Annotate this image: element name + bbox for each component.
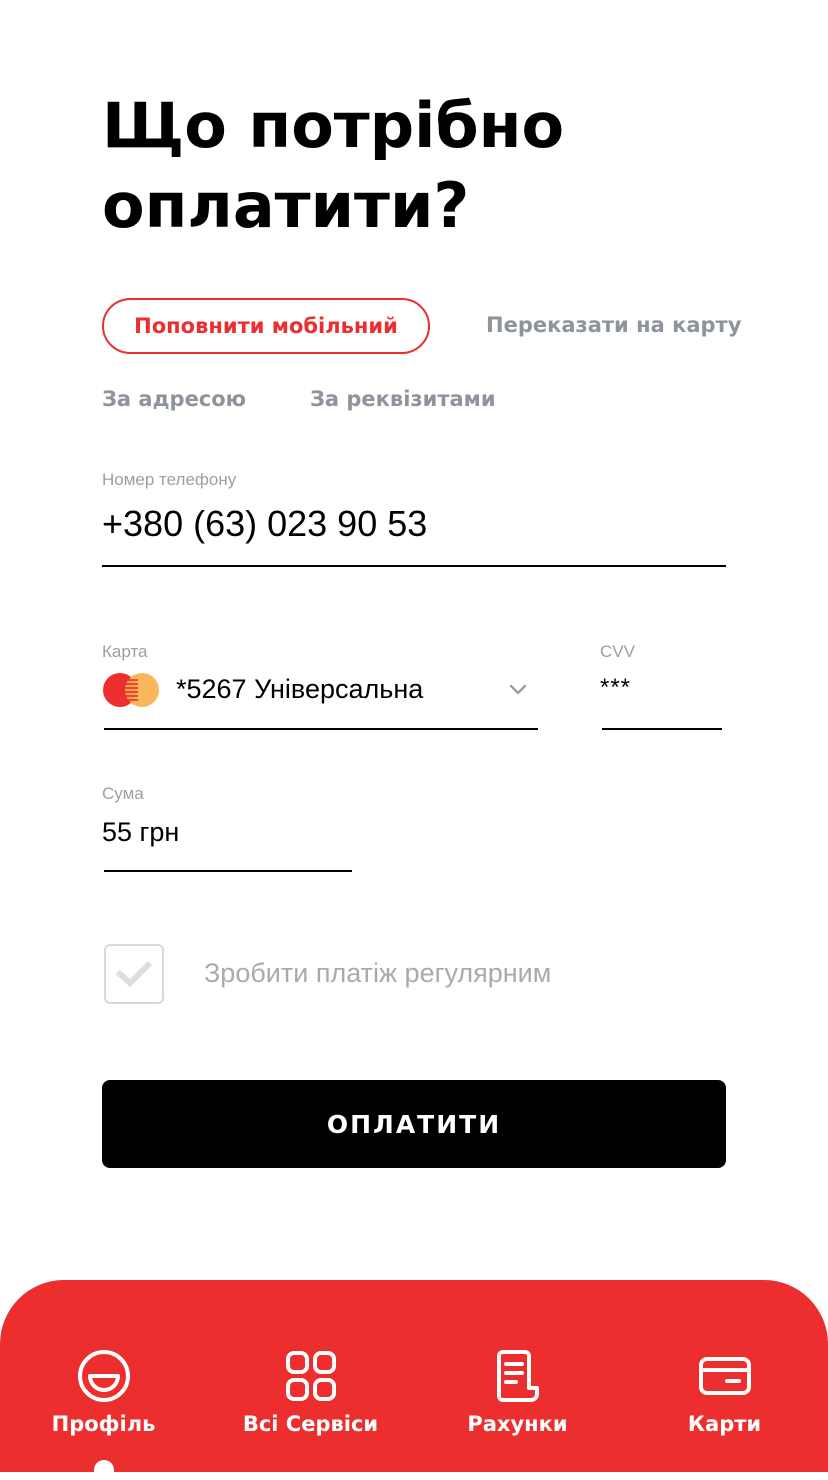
grid-icon <box>285 1351 336 1401</box>
tab-transfer-to-card[interactable]: Переказати на карту <box>486 313 741 337</box>
card-select[interactable]: *5267 Універсальна <box>176 674 423 705</box>
page-title-line1: Що потрібно <box>102 89 565 162</box>
tab-label: За адресою <box>102 387 247 411</box>
bottom-navigation: Профіль Всі Сервіси Рахунки Карти <box>0 1280 828 1480</box>
phone-field-underline <box>102 565 726 567</box>
nav-item-profile[interactable]: Профіль <box>0 1280 207 1480</box>
cvv-field-underline <box>602 728 722 730</box>
mastercard-icon <box>103 673 159 707</box>
amount-field[interactable]: 55 грн <box>102 817 179 848</box>
check-icon <box>115 960 153 988</box>
card-icon <box>698 1357 751 1395</box>
tab-top-up-mobile[interactable]: Поповнити мобільний <box>102 298 430 354</box>
amount-field-underline <box>104 870 352 872</box>
nav-label-profile: Профіль <box>51 1412 156 1436</box>
regular-payment-checkbox[interactable] <box>104 944 164 1004</box>
amount-field-label: Сума <box>102 784 144 803</box>
phone-field-label: Номер телефону <box>102 470 237 489</box>
tab-label: Переказати на карту <box>486 313 742 337</box>
card-field-label: Карта <box>102 642 148 661</box>
cvv-field-label: CVV <box>600 642 635 661</box>
pay-button[interactable]: ОПЛАТИТИ <box>102 1080 726 1168</box>
page-title-line2: оплатити? <box>102 169 470 242</box>
tab-by-address[interactable]: За адресою <box>102 387 246 411</box>
nav-label-cards: Карти <box>687 1412 762 1436</box>
tab-label: За реквізитами <box>310 387 496 411</box>
card-field-underline <box>104 728 538 730</box>
tab-label: Поповнити мобільний <box>134 314 398 338</box>
cvv-field[interactable]: *** <box>600 674 631 702</box>
nav-item-cards[interactable]: Карти <box>621 1280 828 1472</box>
smile-icon <box>77 1350 130 1402</box>
phone-field[interactable]: +380 (63) 023 90 53 <box>102 503 427 545</box>
regular-payment-label: Зробити платіж регулярним <box>204 958 552 988</box>
nav-label-all-services: Всі Сервіси <box>242 1412 379 1436</box>
nav-label-bills: Рахунки <box>467 1412 568 1436</box>
page-title: Що потрібно оплатити? <box>102 86 742 246</box>
receipt-icon <box>496 1350 539 1402</box>
tab-by-requisites[interactable]: За реквізитами <box>310 387 496 411</box>
active-indicator <box>93 1460 114 1480</box>
nav-item-all-services[interactable]: Всі Сервіси <box>207 1280 414 1472</box>
chevron-down-icon[interactable] <box>506 680 530 700</box>
nav-item-bills[interactable]: Рахунки <box>414 1280 621 1472</box>
